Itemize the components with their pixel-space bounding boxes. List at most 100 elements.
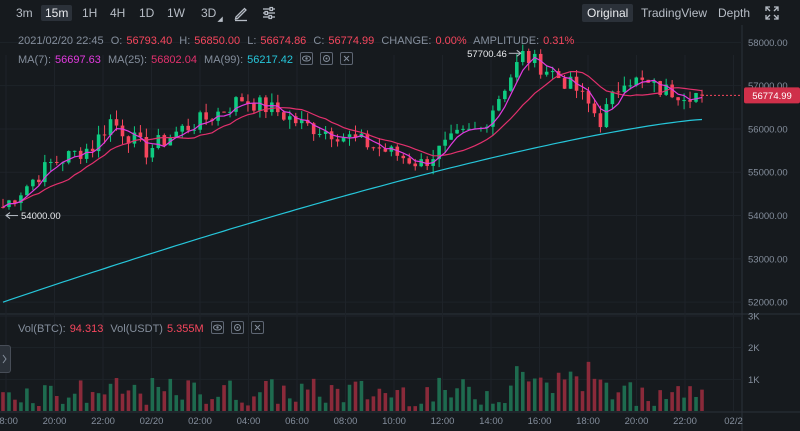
candle-body — [515, 62, 519, 78]
time-tick-label: 08:00 — [334, 416, 358, 427]
candle-body — [25, 186, 29, 196]
volume-bar — [150, 378, 155, 411]
volume-bar — [359, 380, 364, 411]
volume-bar — [156, 386, 161, 411]
volume-bar — [174, 395, 179, 411]
time-tick-label: 20:00 — [625, 416, 649, 427]
candle-body — [526, 51, 531, 64]
volume-bar — [234, 399, 238, 411]
ma-close-icon[interactable] — [340, 52, 354, 65]
candle-body — [162, 135, 167, 146]
candle-body — [186, 125, 190, 131]
candle-body — [497, 99, 501, 111]
volume-bar — [544, 382, 549, 411]
candle-body — [49, 161, 53, 163]
volume-visibility-eye-icon[interactable] — [210, 321, 224, 334]
volume-settings-gear-icon[interactable] — [230, 321, 244, 334]
candle-body — [54, 161, 59, 163]
volume-bar — [72, 393, 77, 411]
volume-bar — [688, 386, 692, 411]
volume-bar — [317, 396, 322, 411]
candle-body — [610, 91, 615, 105]
candle-body — [401, 155, 406, 159]
volume-bar — [377, 388, 382, 411]
candle-body — [682, 100, 686, 102]
candle-body — [371, 147, 376, 149]
volume-bar — [682, 397, 686, 411]
candle-body — [31, 179, 35, 187]
volume-bar — [449, 397, 453, 411]
volume-bar — [138, 393, 143, 411]
volume-bar — [19, 402, 23, 411]
candle-body — [628, 85, 633, 87]
ma7-value: 56697.63 — [55, 54, 101, 66]
time-tick-label: 22:00 — [91, 416, 115, 427]
volume-bar — [258, 392, 262, 411]
candle-body — [377, 147, 382, 149]
volume-bar — [132, 384, 137, 411]
volume-bar — [670, 392, 674, 411]
volume-bar — [114, 378, 119, 411]
candle-body — [449, 133, 453, 140]
time-tick-label: 02:00 — [188, 416, 212, 427]
ma99-line — [2, 118, 703, 303]
time-tick-label: 18:00 — [576, 416, 600, 427]
volume-bar — [264, 380, 268, 411]
candle-body — [72, 150, 77, 152]
volume-bar — [616, 392, 621, 411]
volume-close-icon[interactable] — [250, 321, 264, 334]
candle-body — [198, 112, 202, 130]
low-value: 56674.86 — [260, 35, 307, 47]
volume-bar — [622, 385, 627, 411]
volume-bar — [592, 378, 597, 411]
price-tick-label: 52000.00 — [748, 298, 788, 309]
ma7-line — [2, 56, 703, 208]
volume-bar — [365, 399, 370, 411]
collapse-sidebar-handle[interactable] — [0, 345, 11, 373]
volume-bar — [562, 379, 567, 411]
volume-bar — [455, 388, 459, 411]
volume-bar — [700, 389, 704, 411]
volume-bar — [485, 391, 489, 411]
volume-bar — [299, 383, 304, 411]
volume-bar — [282, 385, 286, 411]
ma-settings-gear-icon[interactable] — [320, 52, 334, 65]
volume-bar — [604, 382, 609, 411]
candle-body — [37, 179, 41, 183]
candle-body — [180, 125, 185, 132]
volume-bar — [270, 379, 274, 411]
ma99-value: 56217.42 — [247, 54, 294, 66]
volume-bar — [497, 402, 501, 411]
time-tick-label: 12:00 — [431, 416, 455, 427]
volume-bar — [520, 371, 525, 411]
volume-bar — [580, 391, 585, 411]
volume-bar — [628, 382, 633, 411]
volume-bar — [7, 392, 11, 411]
volume-bar — [503, 403, 507, 411]
candle-body — [604, 104, 609, 128]
high-marker-label: 57700.46 — [467, 49, 507, 60]
volume-bar — [180, 399, 185, 411]
volume-bar — [311, 378, 316, 411]
change-value: 0.00% — [435, 35, 467, 47]
candle-body — [150, 147, 155, 158]
volume-bar — [550, 393, 555, 411]
volume-tick-label: 2K — [748, 343, 760, 354]
volume-bar — [646, 401, 651, 411]
candle-body — [252, 103, 256, 111]
volume-bar — [1, 392, 5, 411]
candle-date: 2021/02/20 22:45 — [18, 35, 104, 47]
candle-body — [120, 125, 125, 137]
volume-bar — [401, 387, 406, 411]
candle-body — [550, 71, 555, 73]
volume-bar — [323, 402, 328, 411]
volume-bar — [54, 396, 59, 411]
volume-bar — [66, 397, 71, 411]
candle-body — [240, 97, 244, 102]
volume-bar — [162, 391, 167, 411]
price-tick-label: 58000.00 — [748, 38, 788, 49]
toggle-visibility-eye-icon[interactable] — [300, 52, 314, 65]
time-tick-label: 06:00 — [285, 416, 309, 427]
candle-body — [425, 159, 429, 166]
candle-body — [544, 71, 549, 75]
